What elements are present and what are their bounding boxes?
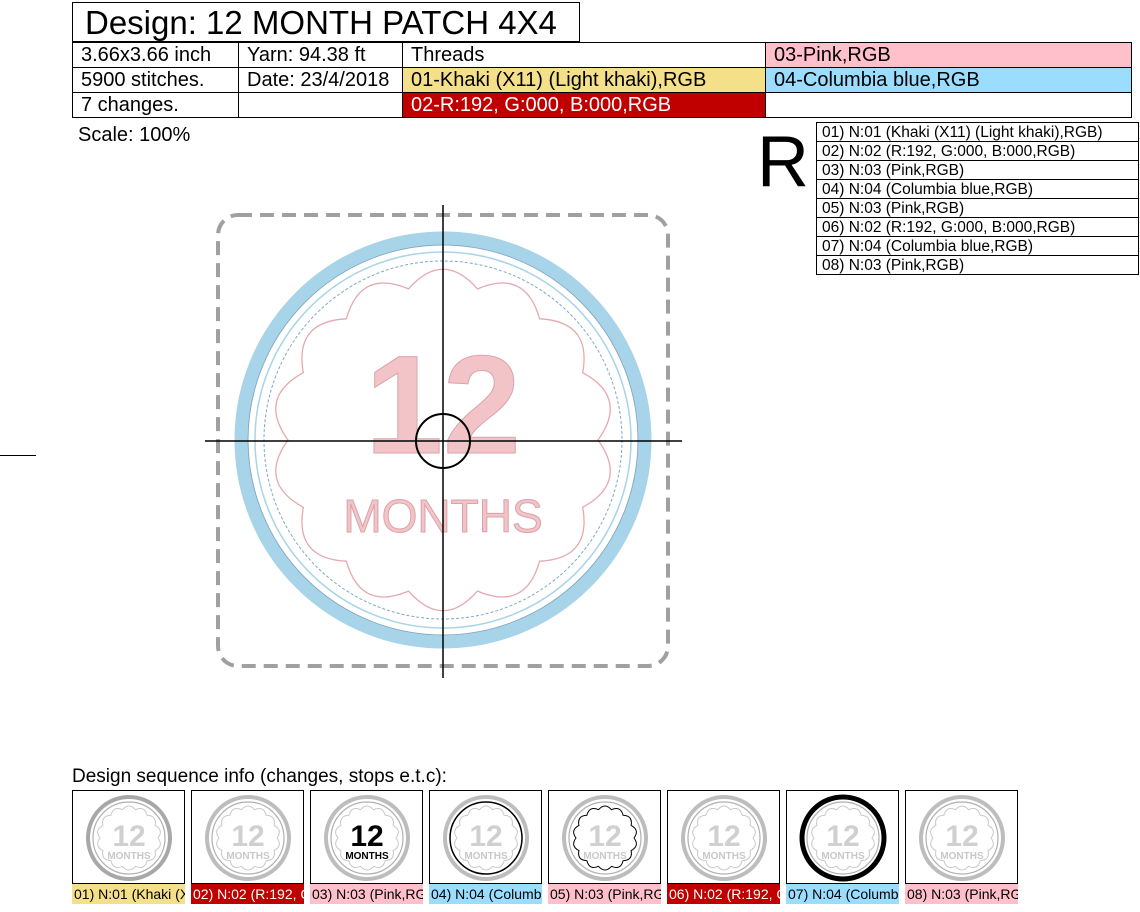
thread-03-pink: 03-Pink,RGB — [765, 42, 1132, 68]
design-preview: 12 MONTHS — [205, 205, 682, 678]
threads-heading: Threads — [402, 42, 766, 68]
thumbnail-word: MONTHS — [226, 851, 270, 862]
empty-cell — [238, 92, 403, 118]
thumbnail-preview: 12MONTHS — [86, 795, 172, 881]
thumbnail-number: 12 — [945, 820, 978, 853]
sequence-thumbnail[interactable]: 12MONTHS 08) N:03 (Pink,RGB) — [905, 790, 1018, 906]
design-date: Date: 23/4/2018 — [238, 67, 403, 93]
start-marker: R — [757, 122, 809, 202]
sequence-row: 05) N:03 (Pink,RGB) — [816, 198, 1139, 218]
thumbnail-number: 12 — [112, 820, 145, 853]
thumbnail-caption: 08) N:03 (Pink,RGB) — [905, 884, 1018, 904]
sequence-row: 08) N:03 (Pink,RGB) — [816, 255, 1139, 275]
design-title: Design: 12 MONTH PATCH 4X4 — [72, 2, 580, 42]
sequence-row: 01) N:01 (Khaki (X11) (Light khaki),RGB) — [816, 122, 1139, 142]
thumbnail-caption: 06) N:02 (R:192, G:000, B:000,RGB) — [667, 884, 780, 904]
sequence-thumbnail[interactable]: 12MONTHS 04) N:04 (Columbia blue,RGB) — [429, 790, 542, 906]
sequence-thumbnail[interactable]: 12MONTHS07) N:04 (Columbia blue,RGB) — [786, 790, 899, 906]
thumbnail-preview: 12MONTHS — [799, 794, 887, 882]
thumbnail-preview: 12MONTHS — [324, 795, 410, 881]
sequence-table: 01) N:01 (Khaki (X11) (Light khaki),RGB)… — [816, 122, 1139, 275]
thumbnail-caption: 01) N:01 (Khaki (X11) (Light khaki),RGB) — [72, 884, 185, 904]
thread-04-columbia-blue: 04-Columbia blue,RGB — [765, 67, 1132, 93]
sequence-row: 06) N:02 (R:192, G:000, B:000,RGB) — [816, 217, 1139, 237]
thumbnail-word: MONTHS — [464, 851, 508, 862]
thumbnail-preview: 12MONTHS — [205, 795, 291, 881]
thumbnail-number: 12 — [826, 820, 859, 853]
empty-cell — [765, 92, 1132, 118]
thumbnail-number: 12 — [350, 820, 383, 853]
sequence-row: 02) N:02 (R:192, G:000, B:000,RGB) — [816, 141, 1139, 161]
thumbnail-word: MONTHS — [702, 851, 746, 862]
thumbnail-number: 12 — [231, 820, 264, 853]
thumbnail-word: MONTHS — [821, 851, 865, 862]
sequence-thumbnail[interactable]: 12MONTHS 05) N:03 (Pink,RGB) — [548, 790, 661, 906]
thumbnail-caption: 03) N:03 (Pink,RGB) — [310, 884, 423, 904]
yarn-length: Yarn: 94.38 ft — [238, 42, 403, 68]
thumbnail-word: MONTHS — [345, 851, 389, 862]
design-size: 3.66x3.66 inch — [72, 42, 239, 68]
thumbnail-caption: 05) N:03 (Pink,RGB) — [548, 884, 661, 904]
design-info-table: 3.66x3.66 inch Yarn: 94.38 ft Threads 03… — [72, 42, 1132, 118]
thumbnail-word: MONTHS — [583, 851, 627, 862]
sequence-thumbnail[interactable]: 12MONTHS 01) N:01 (Khaki (X11) (Light kha… — [72, 790, 185, 906]
thumbnail-caption: 07) N:04 (Columbia blue,RGB) — [786, 884, 899, 904]
thumbnail-caption: 04) N:04 (Columbia blue,RGB) — [429, 884, 542, 904]
thumbnail-number: 12 — [707, 820, 740, 853]
thumbnail-strip: 12MONTHS01) N:01 (Khaki (X11) (Light kha… — [72, 790, 1018, 906]
thumbnail-preview: 12MONTHS — [562, 795, 648, 881]
margin-tick — [0, 455, 36, 456]
thumbnail-preview: 12MONTHS — [443, 795, 529, 881]
thumbnail-word: MONTHS — [940, 851, 984, 862]
color-changes: 7 changes. — [72, 92, 239, 118]
sequence-thumbnail[interactable]: 12MONTHS 06) N:02 (R:192, G:000, B:000,RG… — [667, 790, 780, 906]
stitch-count: 5900 stitches. — [72, 67, 239, 93]
thread-02-red: 02-R:192, G:000, B:000,RGB — [402, 92, 766, 118]
thumbnail-caption: 02) N:02 (R:192, G:000, B:000,RGB) — [191, 884, 304, 904]
thumbnail-number: 12 — [469, 820, 502, 853]
thumbnail-preview: 12MONTHS — [919, 795, 1005, 881]
sequence-row: 03) N:03 (Pink,RGB) — [816, 160, 1139, 180]
sequence-row: 07) N:04 (Columbia blue,RGB) — [816, 236, 1139, 256]
scale-label: Scale: 100% — [78, 124, 191, 146]
sequence-row: 04) N:04 (Columbia blue,RGB) — [816, 179, 1139, 199]
thumbnail-preview: 12MONTHS — [681, 795, 767, 881]
sequence-thumbnail[interactable]: 12MONTHS 02) N:02 (R:192, G:000, B:000,RG… — [191, 790, 304, 906]
sequence-thumbnail[interactable]: 12MONTHS 03) N:03 (Pink,RGB) — [310, 790, 423, 906]
sequence-info-label: Design sequence info (changes, stops e.t… — [72, 766, 447, 787]
thumbnail-word: MONTHS — [107, 851, 151, 862]
thread-01-khaki: 01-Khaki (X11) (Light khaki),RGB — [402, 67, 766, 93]
thumbnail-number: 12 — [588, 820, 621, 853]
